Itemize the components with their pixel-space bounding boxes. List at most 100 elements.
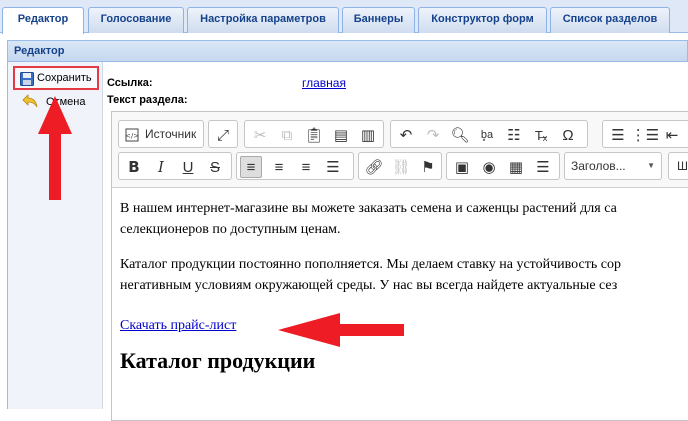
panel-title: Редактор bbox=[14, 45, 65, 57]
bulleted-list-button[interactable]: ⋮☰ bbox=[630, 124, 660, 146]
undo-button[interactable]: ↶ bbox=[395, 124, 417, 146]
remove-format-button[interactable]: T̶ₓ bbox=[530, 124, 552, 146]
annotation-arrow-up bbox=[38, 96, 72, 200]
strikethrough-icon: S bbox=[209, 158, 220, 176]
annotation-arrow-left bbox=[278, 313, 404, 347]
image-icon: ▣ bbox=[454, 158, 470, 176]
search-icon: 🔍︎ bbox=[450, 126, 470, 144]
align-right-icon: ≡ bbox=[301, 158, 311, 176]
unlink-icon: ⛓ bbox=[391, 158, 411, 176]
italic-icon: I bbox=[158, 157, 164, 176]
table-button[interactable]: ▦ bbox=[505, 156, 527, 178]
redo-button[interactable]: ↷ bbox=[422, 124, 444, 146]
copy-icon: ⧉ bbox=[281, 126, 293, 144]
flash-button[interactable]: ◉ bbox=[478, 156, 500, 178]
format-dropdown-label: Заголов... bbox=[571, 159, 626, 173]
link-group: 🔗︎ ⛓ ⚑ bbox=[358, 152, 442, 180]
save-button[interactable]: Сохранить bbox=[13, 66, 99, 90]
save-label: Сохранить bbox=[37, 72, 92, 84]
chevron-down-icon: ▼ bbox=[647, 161, 655, 170]
tab-label: Список разделов bbox=[562, 13, 658, 25]
horizontal-rule-icon: ☰ bbox=[536, 158, 550, 176]
tab-form-builder[interactable]: Конструктор форм bbox=[418, 7, 547, 33]
tab-banners[interactable]: Баннеры bbox=[342, 7, 415, 33]
insert-group: ▣ ◉ ▦ ☰ bbox=[446, 152, 560, 180]
source-label[interactable]: Источник bbox=[145, 127, 196, 141]
section-text-label: Текст раздела: bbox=[107, 94, 188, 106]
unlink-button[interactable]: ⛓ bbox=[390, 156, 412, 178]
cut-button[interactable]: ✂ bbox=[249, 124, 271, 146]
font-dropdown-label: Ш bbox=[677, 159, 688, 173]
editor-content[interactable]: В нашем интернет-магазине вы можете зака… bbox=[120, 198, 688, 374]
align-center-icon: ≡ bbox=[274, 158, 284, 176]
svg-text:</>: </> bbox=[125, 132, 139, 140]
chain-link-icon: 🔗︎ bbox=[364, 158, 384, 176]
paste-button[interactable]: 📋︎ bbox=[303, 124, 325, 146]
download-price-list-link[interactable]: Скачать прайс-лист bbox=[120, 318, 236, 333]
align-left-button[interactable]: ≡ bbox=[240, 156, 262, 178]
maximize-button[interactable]: ⤢ bbox=[212, 124, 234, 146]
tab-editor[interactable]: Редактор bbox=[2, 7, 84, 34]
special-char-button[interactable]: Ω bbox=[557, 124, 579, 146]
italic-button[interactable]: I bbox=[150, 156, 172, 178]
tab-label: Баннеры bbox=[353, 13, 404, 25]
numbered-list-button[interactable]: ☰ bbox=[607, 124, 629, 146]
copy-button[interactable]: ⧉ bbox=[276, 124, 298, 146]
omega-icon: Ω bbox=[562, 126, 574, 144]
replace-button[interactable]: b͓a bbox=[476, 124, 498, 146]
strike-button[interactable]: S bbox=[204, 156, 226, 178]
basic-styles-group: B I U S bbox=[118, 152, 232, 180]
rich-text-editor: </> Источник ⤢ ✂ ⧉ 📋︎ ▤ ▥ ↶ ↷ 🔍︎ b͓a ☷ T… bbox=[111, 111, 688, 421]
source-group: </> Источник bbox=[118, 120, 204, 148]
source-button[interactable]: </> bbox=[121, 124, 143, 146]
find-button[interactable]: 🔍︎ bbox=[449, 124, 471, 146]
paste-word-button[interactable]: ▥ bbox=[357, 124, 379, 146]
table-icon: ▦ bbox=[508, 158, 524, 176]
bulleted-list-icon: ⋮☰ bbox=[630, 126, 660, 144]
undo-icon: ↶ bbox=[399, 126, 413, 144]
clipboard-group: ✂ ⧉ 📋︎ ▤ ▥ bbox=[244, 120, 384, 148]
editing-group: ↶ ↷ 🔍︎ b͓a ☷ T̶ₓ Ω bbox=[390, 120, 588, 148]
align-justify-button[interactable]: ☰ bbox=[322, 156, 344, 178]
align-center-button[interactable]: ≡ bbox=[268, 156, 290, 178]
image-button[interactable]: ▣ bbox=[451, 156, 473, 178]
content-paragraph-line: селекционеров по доступным ценам. bbox=[120, 222, 341, 237]
align-justify-icon: ☰ bbox=[326, 158, 340, 176]
replace-icon: b͓a bbox=[480, 128, 494, 141]
flash-icon: ◉ bbox=[482, 158, 496, 176]
outdent-button[interactable]: ⇤ bbox=[661, 124, 683, 146]
outdent-icon: ⇤ bbox=[665, 126, 679, 144]
tab-label: Редактор bbox=[17, 13, 69, 25]
tab-bar: Редактор Голосование Настройка параметро… bbox=[0, 0, 688, 34]
anchor-button[interactable]: ⚑ bbox=[417, 156, 439, 178]
content-paragraph-line: Каталог продукции постоянно пополняется.… bbox=[120, 257, 621, 272]
editor-toolbar: </> Источник ⤢ ✂ ⧉ 📋︎ ▤ ▥ ↶ ↷ 🔍︎ b͓a ☷ T… bbox=[112, 112, 688, 188]
align-group: ≡ ≡ ≡ ☰ bbox=[236, 152, 354, 180]
font-dropdown[interactable]: Ш bbox=[668, 152, 688, 180]
maximize-icon: ⤢ bbox=[216, 126, 229, 144]
paste-icon: 📋︎ bbox=[304, 126, 324, 144]
source-icon: </> bbox=[125, 128, 139, 142]
bold-button[interactable]: B bbox=[123, 156, 145, 178]
lists-group: ☰ ⋮☰ ⇤ bbox=[602, 120, 688, 148]
clear-format-icon: T̶ₓ bbox=[534, 127, 548, 143]
paste-text-icon: ▤ bbox=[333, 126, 349, 144]
link-button[interactable]: 🔗︎ bbox=[363, 156, 385, 178]
tab-settings[interactable]: Настройка параметров bbox=[187, 7, 339, 33]
paste-text-button[interactable]: ▤ bbox=[330, 124, 352, 146]
horizontal-rule-button[interactable]: ☰ bbox=[532, 156, 554, 178]
panel-header: Редактор bbox=[7, 40, 688, 62]
tab-voting[interactable]: Голосование bbox=[88, 7, 184, 33]
align-right-button[interactable]: ≡ bbox=[295, 156, 317, 178]
format-dropdown[interactable]: Заголов... ▼ bbox=[564, 152, 662, 180]
scissors-icon: ✂ bbox=[253, 126, 267, 144]
flag-icon: ⚑ bbox=[421, 158, 435, 176]
underline-icon: U bbox=[182, 158, 194, 176]
select-all-icon: ☷ bbox=[507, 126, 521, 144]
link-value[interactable]: главная bbox=[302, 76, 346, 90]
underline-button[interactable]: U bbox=[177, 156, 199, 178]
align-left-icon: ≡ bbox=[246, 158, 256, 176]
tab-sections-list[interactable]: Список разделов bbox=[550, 7, 670, 33]
select-all-button[interactable]: ☷ bbox=[503, 124, 525, 146]
undo-arrow-icon bbox=[22, 94, 38, 108]
